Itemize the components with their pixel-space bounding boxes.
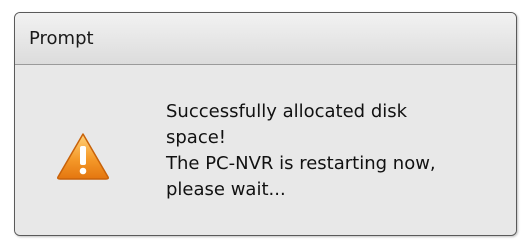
warning-icon (57, 133, 109, 180)
dialog-message: Successfully allocated disk space! The P… (166, 99, 506, 203)
dialog-title: Prompt (29, 28, 94, 49)
dialog-body: Successfully allocated disk space! The P… (15, 65, 516, 235)
message-line: Successfully allocated disk (166, 101, 408, 122)
dialog-titlebar[interactable]: Prompt (15, 13, 516, 65)
message-line: please wait... (166, 179, 286, 200)
message-line: space! (166, 127, 227, 148)
message-line: The PC-NVR is restarting now, (166, 153, 436, 174)
prompt-dialog: Prompt Successfully allocated disk space… (14, 12, 517, 236)
